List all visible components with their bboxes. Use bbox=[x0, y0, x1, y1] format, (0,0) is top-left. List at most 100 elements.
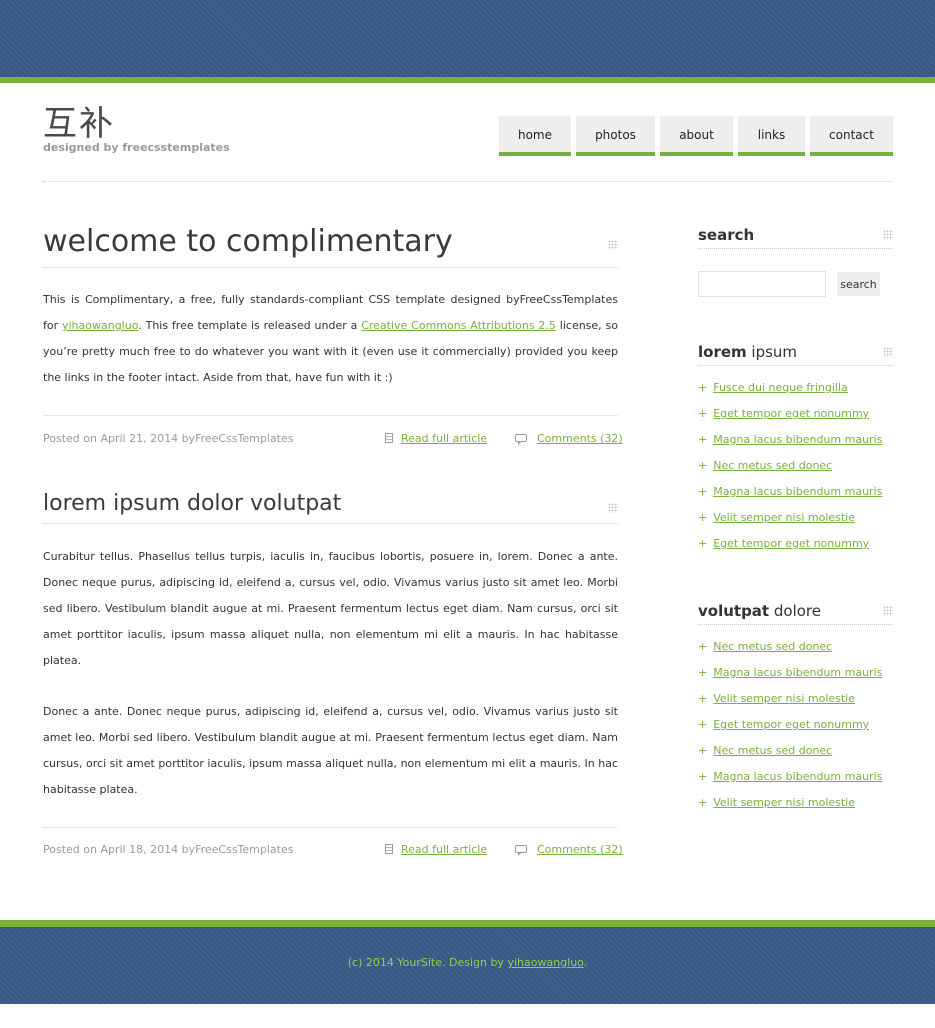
post-title[interactable]: lorem ipsum dolor volutpat bbox=[43, 488, 341, 520]
dots-icon bbox=[883, 347, 893, 357]
search-input[interactable] bbox=[698, 271, 826, 297]
post-meta: Posted on April 18, 2014 byFreeCssTempla… bbox=[43, 843, 623, 863]
license-link[interactable]: Creative Commons Attributions 2.5 bbox=[361, 319, 556, 332]
plus-icon: + bbox=[698, 770, 708, 783]
list-item: + Magna lacus bibendum mauris bbox=[698, 666, 893, 692]
comments-link[interactable]: Comments (32) bbox=[537, 843, 623, 856]
comments-link[interactable]: Comments (32) bbox=[537, 432, 623, 445]
sidebar-link[interactable]: Magna lacus bibendum mauris bbox=[713, 433, 882, 446]
list-item: + Nec metus sed donec bbox=[698, 640, 893, 666]
list-item: + Nec metus sed donec bbox=[698, 459, 893, 485]
plus-icon: + bbox=[698, 537, 708, 550]
list-item: + Velit semper nisi molestie bbox=[698, 692, 893, 718]
comments[interactable]: Comments (32) bbox=[515, 432, 623, 445]
volutpat-links: + Nec metus sed donec + Magna lacus bibend… bbox=[698, 640, 893, 822]
meta-divider bbox=[43, 827, 618, 828]
top-green-stripe bbox=[0, 77, 935, 83]
post-body: Donec a ante. Donec neque purus, adipisc… bbox=[43, 699, 618, 803]
plus-icon: + bbox=[698, 744, 708, 757]
sidebar-link[interactable]: Magna lacus bibendum mauris bbox=[713, 485, 882, 498]
plus-icon: + bbox=[698, 692, 708, 705]
list-item: + Velit semper nisi molestie bbox=[698, 511, 893, 537]
sidebar-divider bbox=[698, 248, 893, 249]
list-item: + Eget tempor eget nonummy bbox=[698, 718, 893, 744]
bottom-green-stripe bbox=[0, 920, 935, 927]
document-icon bbox=[385, 433, 393, 443]
read-full-article[interactable]: Read full article bbox=[385, 843, 487, 856]
list-item: + Magna lacus bibendum mauris bbox=[698, 770, 893, 796]
plus-icon: + bbox=[698, 796, 708, 809]
post-paragraph: Curabitur tellus. Phasellus tellus turpi… bbox=[43, 550, 618, 667]
nav-item-contact[interactable]: contact bbox=[810, 116, 893, 156]
site-link[interactable]: yihaowangluo bbox=[62, 319, 138, 332]
sidebar-link[interactable]: Eget tempor eget nonummy bbox=[713, 718, 869, 731]
sidebar-link[interactable]: Magna lacus bibendum mauris bbox=[713, 666, 882, 679]
list-item: + Magna lacus bibendum mauris bbox=[698, 485, 893, 511]
sidebar-link[interactable]: Nec metus sed donec bbox=[713, 459, 832, 472]
nav-item-label: links bbox=[757, 128, 786, 142]
nav-item-label: contact bbox=[829, 128, 874, 142]
sidebar-link[interactable]: Nec metus sed donec bbox=[713, 744, 832, 757]
read-full-article[interactable]: Read full article bbox=[385, 432, 487, 445]
lorem-title: lorem ipsum bbox=[698, 343, 798, 361]
nav-item-home[interactable]: home bbox=[499, 116, 571, 156]
plus-icon: + bbox=[698, 718, 708, 731]
comment-icon bbox=[515, 434, 527, 445]
dots-icon bbox=[883, 606, 893, 616]
nav-item-label: home bbox=[517, 128, 553, 142]
nav-item-photos[interactable]: photos bbox=[576, 116, 655, 156]
read-full-article-link[interactable]: Read full article bbox=[401, 432, 487, 445]
volutpat-title: volutpat dolore bbox=[698, 602, 821, 620]
plus-icon: + bbox=[698, 511, 708, 524]
sidebar-link[interactable]: Magna lacus bibendum mauris bbox=[713, 770, 882, 783]
title-divider bbox=[43, 267, 618, 268]
sidebar-link[interactable]: Velit semper nisi molestie bbox=[713, 796, 855, 809]
footer-text: (c) 2014 YourSite. Design by yihaowanglu… bbox=[0, 956, 935, 969]
posted-date: Posted on April 21, 2014 byFreeCssTempla… bbox=[43, 432, 294, 445]
post-body: This is Complimentary, a free, fully sta… bbox=[43, 287, 618, 391]
nav-item-about[interactable]: about bbox=[660, 116, 733, 156]
plus-icon: + bbox=[698, 407, 708, 420]
dots-icon bbox=[608, 503, 618, 513]
plus-icon: + bbox=[698, 485, 708, 498]
post-body-text: . This free template is released under a bbox=[138, 319, 362, 332]
meta-divider bbox=[43, 415, 618, 416]
main-nav: home photos about links contact bbox=[0, 116, 935, 156]
sidebar-divider bbox=[698, 365, 893, 366]
list-item: + Eget tempor eget nonummy bbox=[698, 407, 893, 433]
sidebar-link[interactable]: Eget tempor eget nonummy bbox=[713, 407, 869, 420]
sidebar-link[interactable]: Eget tempor eget nonummy bbox=[713, 537, 869, 550]
list-item: + Magna lacus bibendum mauris bbox=[698, 433, 893, 459]
sidebar-link[interactable]: Velit semper nisi molestie bbox=[713, 511, 855, 524]
comment-icon bbox=[515, 845, 527, 856]
sidebar-link[interactable]: Nec metus sed donec bbox=[713, 640, 832, 653]
plus-icon: + bbox=[698, 666, 708, 679]
nav-item-links[interactable]: links bbox=[738, 116, 805, 156]
search-title: search bbox=[698, 226, 755, 244]
comments[interactable]: Comments (32) bbox=[515, 843, 623, 856]
plus-icon: + bbox=[698, 381, 708, 394]
footer-copyright: (c) 2014 YourSite. Design by bbox=[347, 956, 508, 969]
sidebar-link[interactable]: Velit semper nisi molestie bbox=[713, 692, 855, 705]
dots-icon bbox=[883, 230, 893, 240]
nav-item-label: photos bbox=[595, 128, 636, 142]
read-full-article-link[interactable]: Read full article bbox=[401, 843, 487, 856]
sidebar-divider bbox=[698, 624, 893, 625]
footer-period: . bbox=[583, 956, 588, 969]
post-body: Curabitur tellus. Phasellus tellus turpi… bbox=[43, 544, 618, 674]
list-item: + Nec metus sed donec bbox=[698, 744, 893, 770]
list-item: + Eget tempor eget nonummy bbox=[698, 537, 893, 563]
dots-icon bbox=[608, 240, 618, 250]
footer-link[interactable]: yihaowangluo bbox=[507, 956, 583, 969]
search-button[interactable]: search bbox=[837, 272, 880, 296]
post-meta: Posted on April 21, 2014 byFreeCssTempla… bbox=[43, 432, 623, 452]
top-header-band bbox=[0, 0, 935, 77]
list-item: + Velit semper nisi molestie bbox=[698, 796, 893, 822]
post-title[interactable]: welcome to complimentary bbox=[43, 222, 453, 262]
sidebar-link[interactable]: Fusce dui neque fringilla bbox=[713, 381, 848, 394]
posted-date: Posted on April 18, 2014 byFreeCssTempla… bbox=[43, 843, 294, 856]
header-divider bbox=[43, 181, 893, 182]
plus-icon: + bbox=[698, 459, 708, 472]
footer: (c) 2014 YourSite. Design by yihaowanglu… bbox=[0, 927, 935, 1004]
lorem-links: + Fusce dui neque fringilla + Eget tempor … bbox=[698, 381, 893, 563]
